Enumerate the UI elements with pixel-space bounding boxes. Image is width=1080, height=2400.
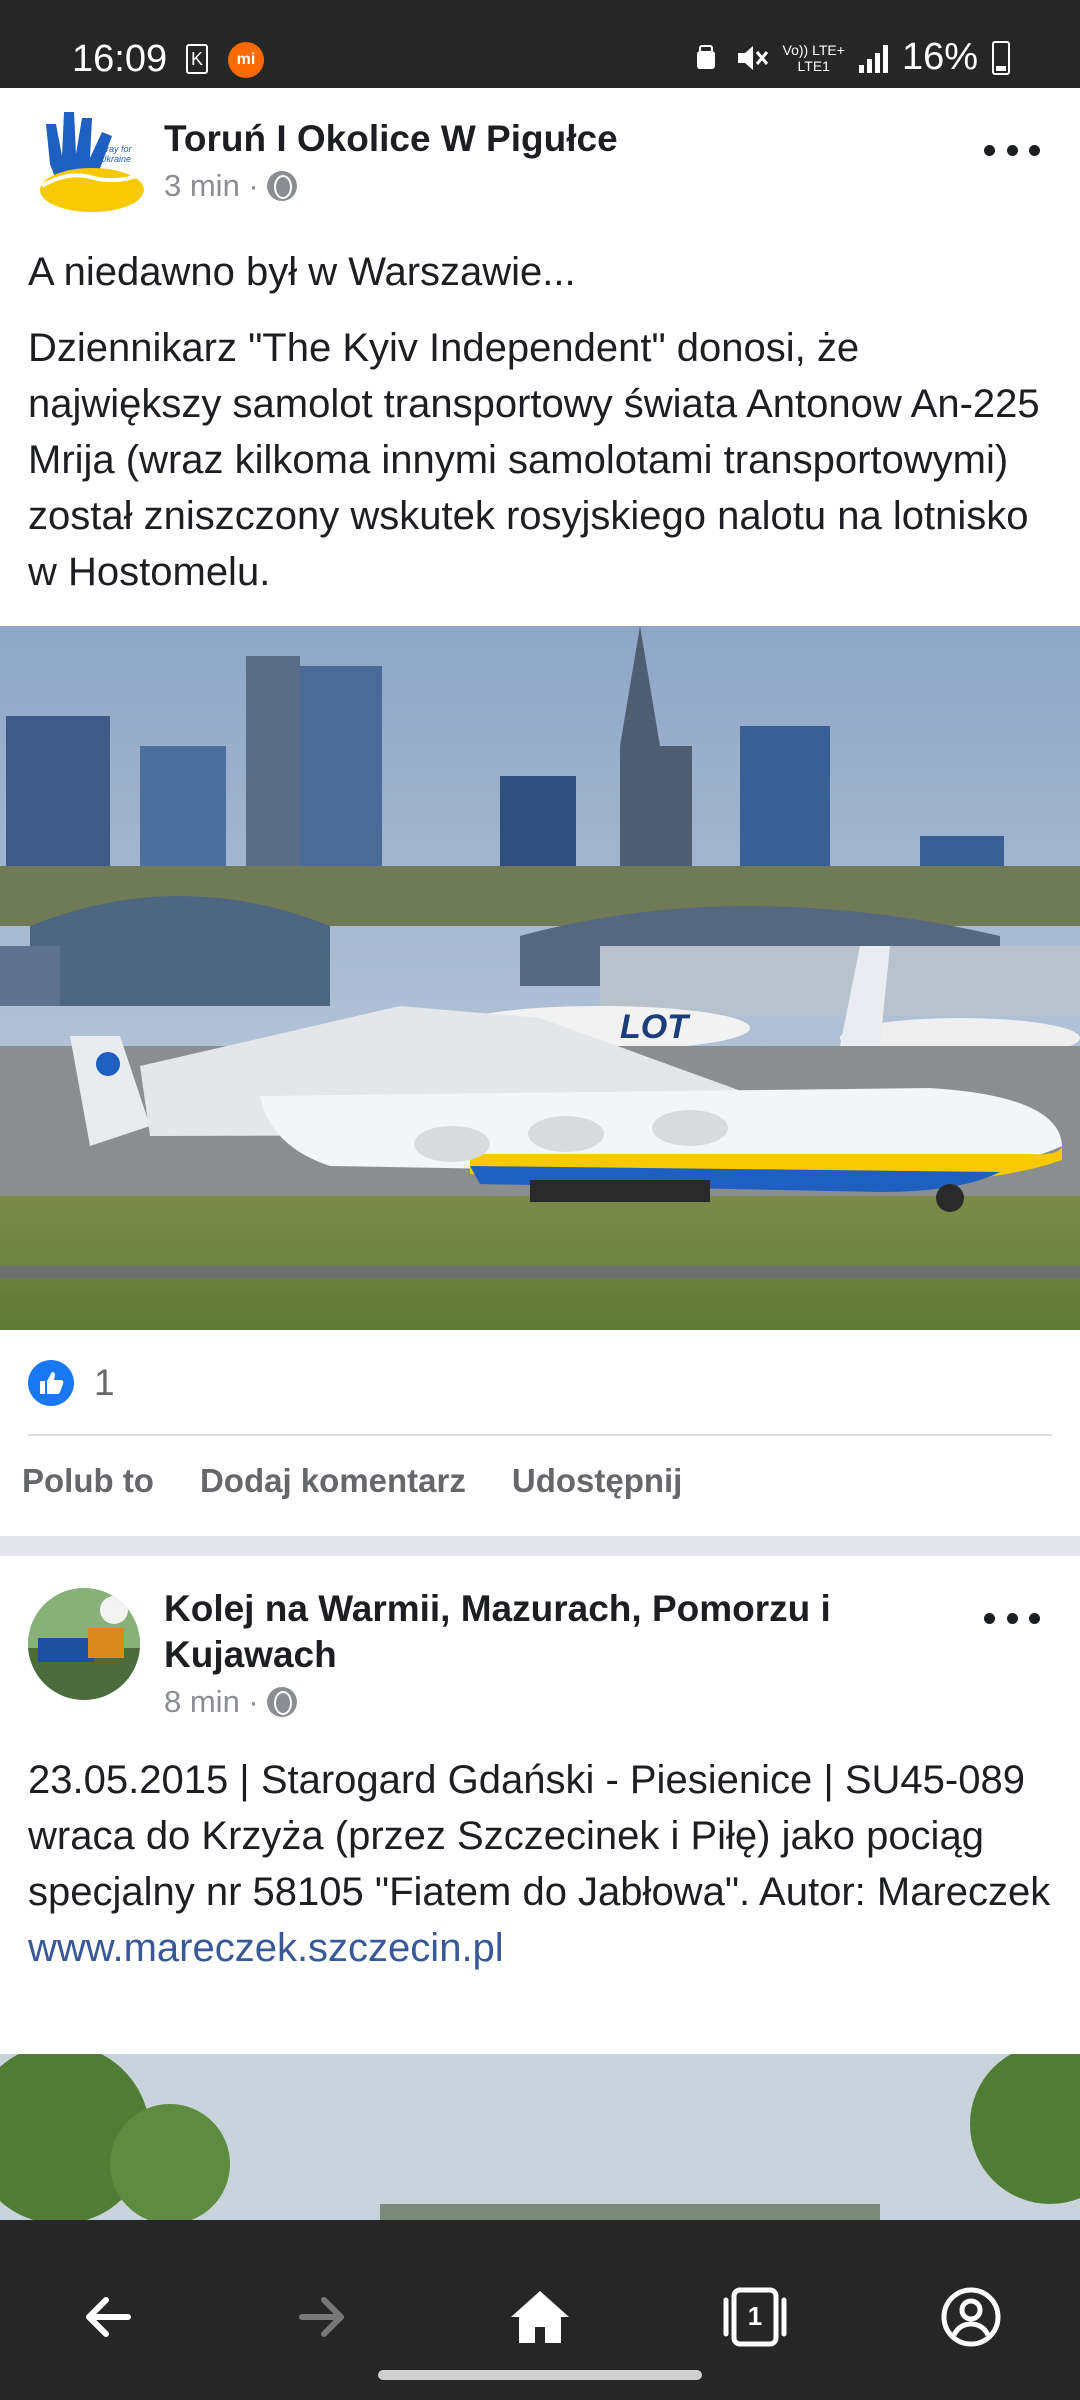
gesture-bar[interactable]: [378, 2370, 702, 2380]
author-name[interactable]: Toruń I Okolice W Pigułce: [164, 116, 618, 162]
k-app-icon: K: [186, 44, 208, 74]
more-options-button[interactable]: [984, 1608, 1040, 1628]
dot-icon: [1029, 144, 1040, 156]
status-time: 16:09: [72, 38, 168, 80]
post-time: 8 min ·: [164, 1684, 259, 1719]
post-body: Dziennikarz "The Kyiv Independent" donos…: [28, 326, 1040, 594]
profile-icon: [941, 2287, 1001, 2347]
post-meta: 8 min ·: [164, 1684, 297, 1720]
divider: [28, 1434, 1052, 1436]
share-button[interactable]: Udostępnij: [512, 1462, 683, 1500]
globe-icon: [266, 171, 297, 201]
dot-icon: [1029, 1612, 1040, 1624]
dot-icon: [1006, 1612, 1018, 1624]
like-reaction-icon: [28, 1360, 74, 1406]
post-headline: A niedawno był w Warszawie...: [28, 250, 576, 294]
arrow-left-icon: [86, 2297, 131, 2337]
battery-percent: 16%: [901, 36, 978, 78]
tab-count: 1: [747, 2301, 763, 2331]
train-avatar-image: [28, 1588, 140, 1700]
comment-button[interactable]: Dodaj komentarz: [200, 1462, 466, 1500]
post-actions: Polub to Dodaj komentarz Udostępnij: [22, 1462, 682, 1500]
dot-icon: [984, 144, 995, 156]
like-count: 1: [94, 1362, 115, 1403]
tabs-button[interactable]: 1: [720, 2282, 790, 2352]
feed-post: Kolej na Warmii, Mazurach, Pomorzu i Kuj…: [0, 1556, 1080, 2220]
mute-icon: [737, 45, 768, 70]
post-link[interactable]: www.mareczek.szczecin.pl: [28, 1926, 504, 1970]
forward-button[interactable]: [288, 2282, 358, 2352]
home-button[interactable]: [505, 2282, 575, 2352]
antonov-airport-photo: LOT: [0, 626, 1080, 1330]
home-icon: [511, 2291, 569, 2343]
post-image[interactable]: LOT: [0, 626, 1080, 1330]
post-body: 23.05.2015 | Starogard Gdański - Piesien…: [28, 1758, 1051, 1970]
dot-icon: [1006, 144, 1018, 156]
like-button[interactable]: Polub to: [22, 1462, 154, 1500]
profile-button[interactable]: [936, 2282, 1006, 2352]
arrow-right-icon: [299, 2297, 344, 2337]
post-meta: 3 min ·: [164, 168, 297, 204]
lot-livery-text: LOT: [620, 1008, 691, 1046]
author-name[interactable]: Kolej na Warmii, Mazurach, Pomorzu i Kuj…: [164, 1586, 831, 1678]
mi-app-icon: mi: [228, 42, 264, 78]
signal-icon: [858, 43, 888, 73]
feed-post: Pray for Ukraine Toruń I Okolice W Piguł…: [0, 88, 1080, 1536]
status-bar: 16:09 K mi Vo)) LTE+ LTE1 16%: [0, 0, 1080, 88]
status-indicators: Vo)) LTE+ LTE1 16%: [691, 36, 1010, 79]
page-avatar[interactable]: Pray for Ukraine: [28, 104, 150, 226]
ukraine-hand-logo: [40, 112, 144, 212]
network-indicator: Vo)) LTE+ LTE1: [782, 41, 845, 74]
post-time: 3 min ·: [164, 168, 259, 203]
page-avatar[interactable]: [28, 1588, 140, 1700]
reaction-summary[interactable]: 1: [28, 1360, 115, 1406]
post-image[interactable]: [0, 2054, 1080, 2220]
battery-icon: [992, 40, 1010, 75]
globe-icon: [266, 1687, 297, 1717]
train-photo: [0, 2054, 1080, 2220]
feed-separator: [0, 1536, 1080, 1556]
alarm-icon: [696, 44, 715, 69]
back-button[interactable]: [72, 2282, 142, 2352]
dot-icon: [984, 1612, 995, 1624]
more-options-button[interactable]: [984, 140, 1040, 160]
